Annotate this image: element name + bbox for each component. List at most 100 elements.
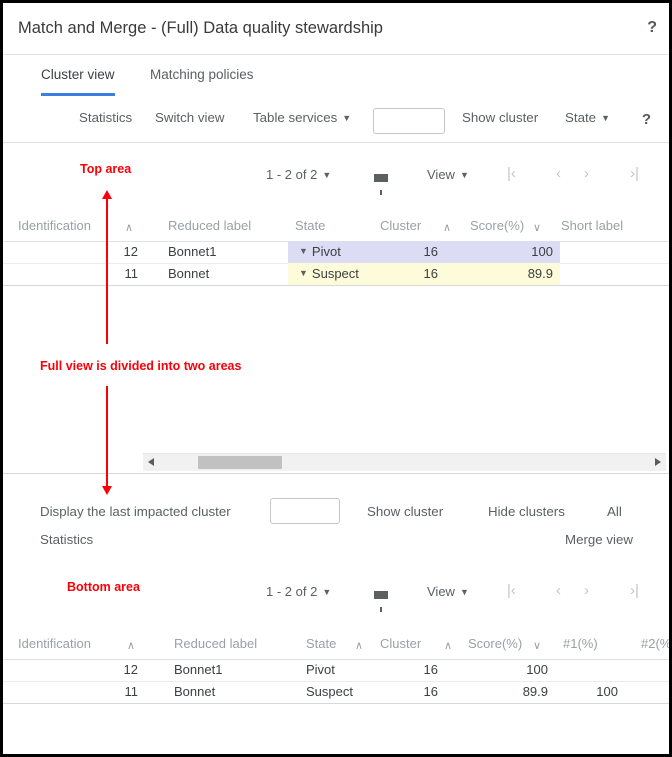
window-help-icon[interactable]: ? — [647, 19, 657, 37]
bottom-statistics-button[interactable]: Statistics — [40, 532, 93, 547]
app-window: Match and Merge - (Full) Data quality st… — [0, 0, 672, 757]
bottom-sort-state[interactable]: ∧ — [355, 639, 363, 652]
top-sort-cluster[interactable]: ∧ — [443, 221, 451, 234]
chevron-down-icon: ▼ — [460, 587, 469, 597]
switch-view-button[interactable]: Switch view — [155, 110, 224, 125]
table-row[interactable]: 11 Bonnet Suspect 16 89.9 100 — [3, 681, 669, 704]
top-row-0-state-label: Pivot — [312, 244, 341, 259]
bottom-row-0-score: 100 — [468, 662, 548, 677]
top-row-1-identification: 11 — [93, 266, 138, 281]
bottom-table-bottom-rule — [3, 703, 669, 704]
top-filter-icon[interactable] — [374, 169, 388, 187]
top-row-0-identification: 12 — [93, 244, 138, 259]
top-col-reduced-label[interactable]: Reduced label — [168, 218, 251, 233]
top-sort-score[interactable]: ∨ — [533, 221, 541, 234]
scroll-right-arrow-icon[interactable] — [655, 458, 661, 466]
top-pager-range[interactable]: 1 - 2 of 2 ▼ — [266, 167, 331, 182]
bottom-prev-page-button[interactable]: ‹ — [556, 582, 561, 599]
top-row-0-state[interactable]: ▼Pivot — [299, 244, 341, 259]
top-col-state[interactable]: State — [295, 218, 325, 233]
bottom-row-1-reduced-label: Bonnet — [174, 684, 215, 699]
top-first-page-button[interactable]: |‹ — [507, 165, 516, 182]
chevron-down-icon: ▼ — [299, 268, 308, 278]
bottom-row-0-state: Pivot — [306, 662, 335, 677]
bottom-row-1-score: 89.9 — [468, 684, 548, 699]
bottom-sort-identification[interactable]: ∧ — [127, 639, 135, 652]
bottom-col-reduced-label[interactable]: Reduced label — [174, 636, 257, 651]
top-col-score[interactable]: Score(%) — [470, 218, 524, 233]
merge-view-button[interactable]: Merge view — [565, 532, 633, 547]
main-toolbar: Statistics Switch view Table services▼ S… — [3, 99, 669, 143]
top-sort-identification[interactable]: ∧ — [125, 221, 133, 234]
annotation-top-area: Top area — [80, 162, 131, 176]
bottom-row-1-pct1: 100 — [563, 684, 618, 699]
bottom-col-state[interactable]: State — [306, 636, 336, 651]
bottom-sort-score[interactable]: ∨ — [533, 639, 541, 652]
state-menu[interactable]: State ▼ — [565, 110, 610, 125]
table-row[interactable]: 11 Bonnet ▼Suspect 16 89.9 — [3, 263, 669, 286]
top-row-1-reduced-label: Bonnet — [168, 266, 209, 281]
top-next-page-button[interactable]: › — [584, 165, 589, 182]
bottom-row-0-identification: 12 — [93, 662, 138, 677]
bottom-row-1-state: Suspect — [306, 684, 353, 699]
top-view-menu[interactable]: View ▼ — [427, 167, 469, 182]
table-row[interactable]: 12 Bonnet1 Pivot 16 100 — [3, 659, 669, 682]
bottom-last-page-button[interactable]: ›| — [630, 582, 639, 599]
bottom-view-label: View — [427, 584, 455, 599]
top-last-page-button[interactable]: ›| — [630, 165, 639, 182]
display-last-cluster-label: Display the last impacted cluster — [40, 504, 231, 519]
hide-clusters-button[interactable]: Hide clusters — [488, 504, 565, 519]
chevron-down-icon: ▼ — [601, 113, 610, 123]
top-view-label: View — [427, 167, 455, 182]
tab-cluster-view[interactable]: Cluster view — [41, 67, 115, 96]
state-menu-label: State — [565, 110, 596, 125]
top-row-1-state-label: Suspect — [312, 266, 359, 281]
bottom-col-pct1[interactable]: #1(%) — [563, 636, 598, 651]
area-splitter[interactable] — [3, 473, 669, 474]
bottom-row-1-identification: 11 — [93, 684, 138, 699]
chevron-down-icon: ▼ — [322, 587, 331, 597]
top-pager-range-label: 1 - 2 of 2 — [266, 167, 317, 182]
bottom-pager-range[interactable]: 1 - 2 of 2 ▼ — [266, 584, 331, 599]
scrollbar-thumb[interactable] — [198, 456, 282, 469]
bottom-col-identification[interactable]: Identification — [18, 636, 91, 651]
chevron-down-icon: ▼ — [322, 170, 331, 180]
top-row-1-state[interactable]: ▼ Suspect — [299, 266, 359, 281]
last-cluster-input[interactable] — [270, 498, 340, 524]
bottom-pager-range-label: 1 - 2 of 2 — [266, 584, 317, 599]
top-table-header: Identification ∧ Reduced label State Clu… — [3, 211, 669, 242]
tab-bar: Cluster view Matching policies — [3, 55, 669, 99]
chevron-down-icon: ▼ — [460, 170, 469, 180]
bottom-view-menu[interactable]: View ▼ — [427, 584, 469, 599]
bottom-first-page-button[interactable]: |‹ — [507, 582, 516, 599]
bottom-filter-icon[interactable] — [374, 586, 388, 604]
cluster-search-input[interactable] — [373, 108, 445, 134]
table-row[interactable]: 12 Bonnet1 ▼Pivot 16 100 — [3, 241, 669, 264]
bottom-next-page-button[interactable]: › — [584, 582, 589, 599]
bottom-show-cluster-button[interactable]: Show cluster — [367, 504, 443, 519]
bottom-row-0-reduced-label: Bonnet1 — [174, 662, 222, 677]
top-row-0-reduced-label: Bonnet1 — [168, 244, 216, 259]
top-col-cluster[interactable]: Cluster — [380, 218, 421, 233]
table-services-menu[interactable]: Table services▼ — [253, 110, 351, 125]
bottom-col-pct2[interactable]: #2(% — [641, 636, 671, 651]
bottom-sort-cluster[interactable]: ∧ — [444, 639, 452, 652]
all-button[interactable]: All — [607, 504, 622, 519]
annotation-arrow-down-head — [102, 486, 112, 495]
scroll-left-arrow-icon[interactable] — [148, 458, 154, 466]
horizontal-scrollbar[interactable] — [143, 453, 666, 471]
bottom-row-1-cluster: 16 — [388, 684, 438, 699]
tab-matching-policies[interactable]: Matching policies — [150, 67, 254, 93]
annotation-arrow-up-head — [102, 190, 112, 199]
top-prev-page-button[interactable]: ‹ — [556, 165, 561, 182]
top-col-short-label[interactable]: Short label — [561, 218, 623, 233]
show-cluster-button[interactable]: Show cluster — [462, 110, 538, 125]
bottom-col-cluster[interactable]: Cluster — [380, 636, 421, 651]
top-row-1-cluster: 16 — [388, 266, 438, 281]
top-col-identification[interactable]: Identification — [18, 218, 91, 233]
top-row-0-score: 100 — [473, 244, 553, 259]
statistics-button[interactable]: Statistics — [79, 110, 132, 125]
chevron-down-icon: ▼ — [342, 113, 351, 123]
toolbar-help-icon[interactable]: ? — [642, 111, 651, 128]
bottom-col-score[interactable]: Score(%) — [468, 636, 522, 651]
